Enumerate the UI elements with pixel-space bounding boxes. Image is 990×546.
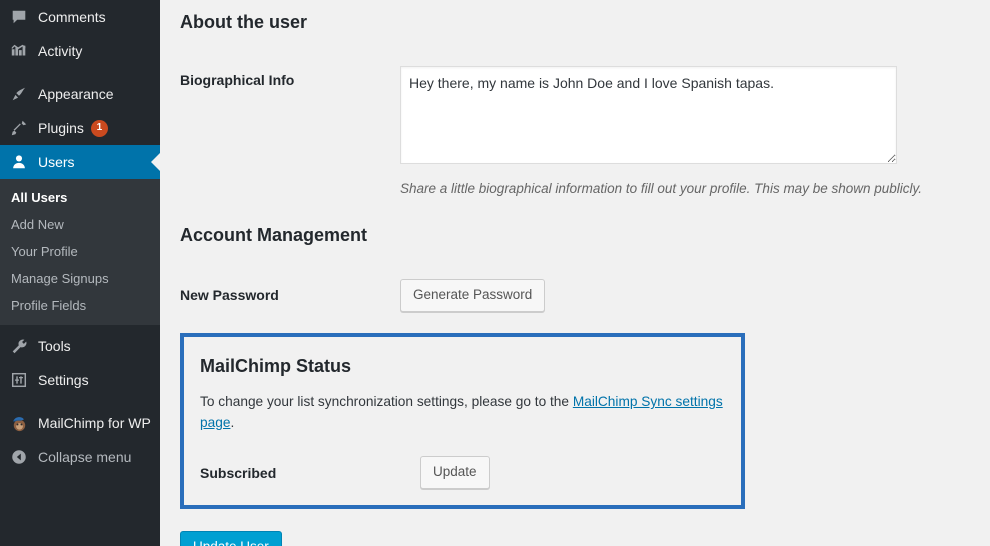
update-user-button[interactable]: Update User [180, 531, 282, 546]
profile-form: About the user Biographical Info Share a… [160, 0, 990, 546]
account-management-heading: Account Management [180, 225, 368, 246]
wordpress-admin-screen: Comments Activity Appearance Plugins 1 U… [0, 0, 990, 546]
sidebar-divider [0, 68, 160, 77]
sidebar-item-all-users[interactable]: All Users [0, 184, 160, 211]
collapse-menu-label: Collapse menu [38, 449, 132, 465]
sidebar-item-label: Users [38, 154, 75, 170]
sidebar-item-label: Appearance [38, 86, 114, 102]
appearance-brush-icon [9, 84, 29, 104]
biographical-info-textarea[interactable] [400, 66, 897, 165]
mailchimp-subscription-row: Subscribed Update [200, 456, 725, 490]
admin-sidebar: Comments Activity Appearance Plugins 1 U… [0, 0, 160, 546]
sidebar-item-mailchimp-for-wp[interactable]: MailChimp for WP [0, 406, 160, 440]
biographical-info-description: Share a little biographical information … [400, 181, 923, 197]
sidebar-item-label: Comments [38, 9, 106, 25]
mailchimp-status-heading: MailChimp Status [200, 355, 352, 376]
sidebar-item-label: MailChimp for WP [38, 415, 151, 431]
sidebar-item-plugins[interactable]: Plugins 1 [0, 111, 160, 145]
sidebar-item-manage-signups[interactable]: Manage Signups [0, 265, 160, 292]
about-the-user-heading: About the user [180, 12, 308, 32]
sidebar-item-tools[interactable]: Tools [0, 329, 160, 363]
biographical-info-label: Biographical Info [180, 72, 295, 89]
sidebar-item-label: Tools [38, 338, 71, 354]
active-menu-arrow-icon [151, 153, 160, 171]
tools-wrench-icon [9, 336, 29, 356]
generate-password-button[interactable]: Generate Password [400, 278, 546, 312]
mailchimp-desc-text-before: To change your list synchronization sett… [200, 394, 573, 410]
sidebar-item-comments[interactable]: Comments [0, 0, 160, 34]
mailchimp-status-panel: MailChimp Status To change your list syn… [180, 332, 745, 510]
mailchimp-sync-description: To change your list synchronization sett… [200, 392, 725, 433]
sidebar-item-your-profile[interactable]: Your Profile [0, 238, 160, 265]
comments-icon [9, 7, 29, 27]
biographical-info-field-wrap: Share a little biographical information … [400, 66, 922, 199]
sidebar-item-profile-fields[interactable]: Profile Fields [0, 292, 160, 319]
mailchimp-desc-text-after: . [230, 414, 235, 430]
sidebar-item-settings[interactable]: Settings [0, 363, 160, 397]
sidebar-item-label: Plugins [38, 120, 84, 136]
mailchimp-update-button[interactable]: Update [420, 456, 490, 490]
sidebar-item-label: Settings [38, 372, 89, 388]
sidebar-divider-2 [0, 397, 160, 406]
main-content: About the user Biographical Info Share a… [160, 0, 990, 546]
sidebar-item-label: Activity [38, 43, 83, 59]
sidebar-item-appearance[interactable]: Appearance [0, 77, 160, 111]
subscription-status-label: Subscribed [200, 464, 277, 481]
users-person-icon [9, 152, 29, 172]
sidebar-item-activity[interactable]: Activity [0, 34, 160, 68]
submit-row: Update User [180, 531, 970, 546]
users-submenu: All Users Add New Your Profile Manage Si… [0, 179, 160, 325]
activity-icon [9, 41, 29, 61]
new-password-label: New Password [180, 287, 279, 304]
collapse-left-arrow-icon [9, 447, 29, 467]
biographical-info-row: Biographical Info Share a little biograp… [180, 66, 970, 199]
new-password-row: New Password Generate Password [180, 278, 970, 312]
collapse-menu-button[interactable]: Collapse menu [0, 440, 160, 474]
sidebar-item-add-new[interactable]: Add New [0, 211, 160, 238]
sidebar-item-users[interactable]: Users [0, 145, 160, 179]
plugins-update-badge: 1 [90, 119, 108, 137]
mailchimp-freddie-icon [9, 413, 29, 433]
plugins-plug-icon [9, 118, 29, 138]
settings-sliders-icon [9, 370, 29, 390]
